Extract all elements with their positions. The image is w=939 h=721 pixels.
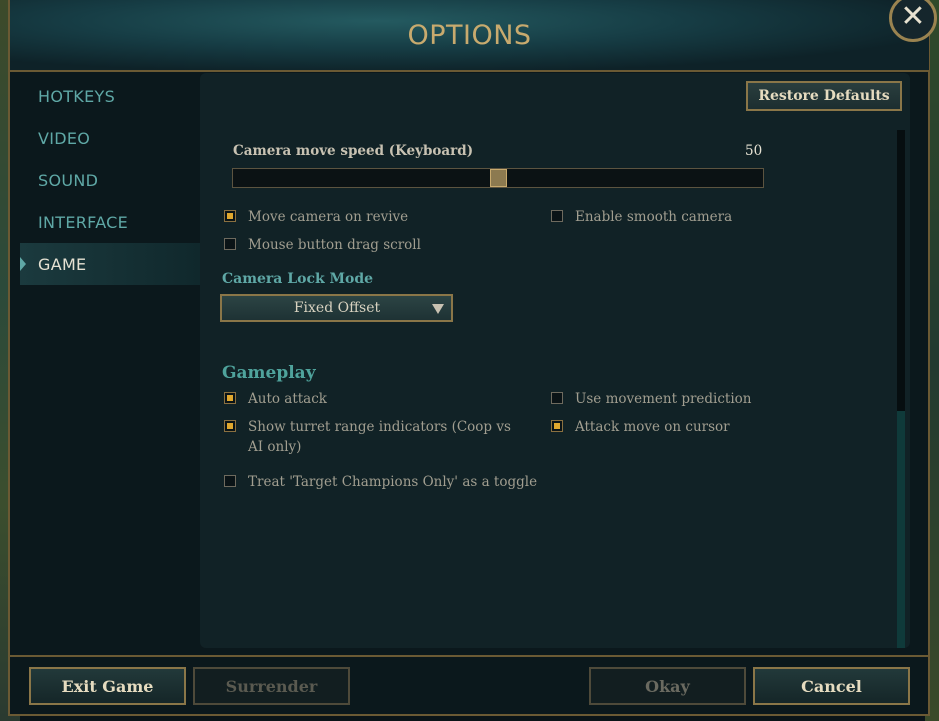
mouse-drag-scroll-checkbox[interactable] [224, 238, 236, 250]
sidebar-item-label: GAME [38, 254, 87, 274]
sidebar-item-hotkeys[interactable]: HOTKEYS [20, 75, 200, 117]
enable-smooth-camera-label: Enable smooth camera [575, 209, 733, 225]
okay-button[interactable]: Okay [589, 667, 746, 705]
footer-divider [10, 655, 929, 657]
mouse-drag-scroll-label: Mouse button drag scroll [248, 237, 421, 253]
settings-panel [200, 73, 910, 648]
caret-down-icon [432, 304, 444, 314]
attack-move-cursor-label: Attack move on cursor [575, 419, 730, 435]
cancel-button[interactable]: Cancel [753, 667, 910, 705]
move-camera-on-revive-label: Move camera on revive [248, 209, 409, 225]
dropdown-selected-value: Fixed Offset [293, 300, 381, 316]
camera-speed-value: 50 [745, 143, 763, 159]
enable-smooth-camera-checkbox[interactable] [551, 210, 563, 222]
camera-lock-mode-dropdown[interactable]: Fixed Offset [220, 294, 453, 322]
turret-range-label: Show turret range indicators (Coop vs AI… [248, 419, 511, 455]
exit-game-button[interactable]: Exit Game [29, 667, 186, 705]
camera-speed-slider[interactable] [232, 168, 764, 188]
restore-defaults-button[interactable]: Restore Defaults [746, 81, 902, 111]
target-champions-toggle-label: Treat 'Target Champions Only' as a toggl… [248, 474, 538, 490]
scrollbar[interactable] [897, 130, 905, 648]
auto-attack-checkbox[interactable] [224, 392, 236, 404]
sidebar-item-sound[interactable]: SOUND [20, 159, 200, 201]
sidebar: HOTKEYS VIDEO SOUND INTERFACE GAME [20, 74, 200, 654]
close-icon: ✕ [900, 0, 926, 34]
surrender-button[interactable]: Surrender [193, 667, 350, 705]
sidebar-item-game[interactable]: GAME [20, 243, 200, 285]
window-title: OPTIONS [407, 20, 532, 51]
active-arrow-icon [20, 257, 26, 271]
gameplay-heading: Gameplay [222, 363, 316, 383]
camera-lock-mode-label: Camera Lock Mode [222, 271, 374, 287]
movement-prediction-label: Use movement prediction [575, 391, 752, 407]
scrollbar-thumb[interactable] [897, 411, 905, 648]
movement-prediction-checkbox[interactable] [551, 392, 563, 404]
turret-range-checkbox[interactable] [224, 420, 236, 432]
move-camera-on-revive-checkbox[interactable] [224, 210, 236, 222]
window-header: OPTIONS [10, 0, 929, 72]
sidebar-item-interface[interactable]: INTERFACE [20, 201, 200, 243]
target-champions-toggle-checkbox[interactable] [224, 475, 236, 487]
slider-handle[interactable] [490, 169, 507, 187]
camera-speed-label: Camera move speed (Keyboard) [233, 143, 474, 159]
sidebar-item-video[interactable]: VIDEO [20, 117, 200, 159]
attack-move-cursor-checkbox[interactable] [551, 420, 563, 432]
auto-attack-label: Auto attack [248, 391, 327, 407]
